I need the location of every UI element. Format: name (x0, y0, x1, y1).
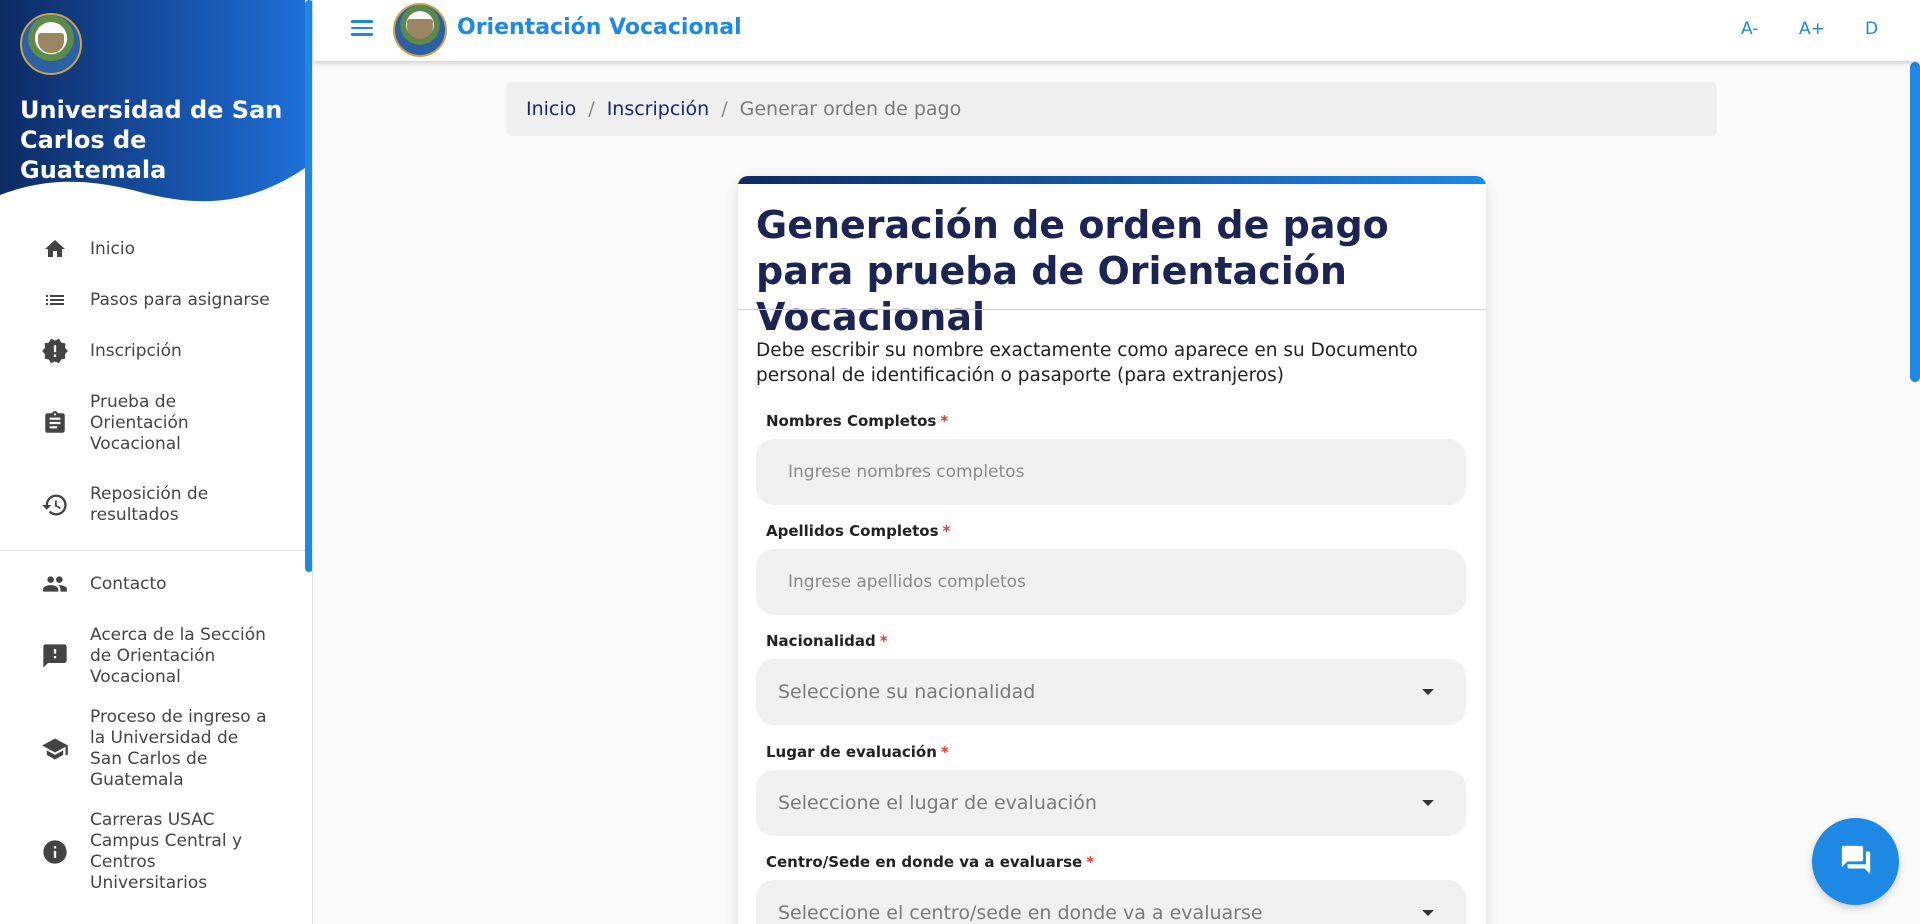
sidebar-header: Universidad de San Carlos de Guatemala (0, 0, 305, 215)
menu-icon-line (351, 20, 373, 23)
chat-button[interactable] (1812, 818, 1899, 905)
sidebar-item-label: Proceso de ingreso a la Universidad de S… (90, 707, 267, 790)
font-increase-button[interactable]: A+ (1799, 19, 1825, 39)
sidebar-item-acerca[interactable]: Acerca de la Sección de Orientación Voca… (0, 625, 305, 687)
sidebar-item-pasos[interactable]: Pasos para asignarse (0, 283, 305, 317)
form-instructions: Debe escribir su nombre exactamente como… (756, 340, 1418, 386)
sidebar-item-label: Inicio (90, 238, 135, 259)
evaluation-center-select[interactable]: Seleccione el centro/sede en donde va a … (756, 880, 1466, 924)
font-decrease-button[interactable]: A- (1741, 19, 1758, 39)
app-title[interactable]: Orientación Vocacional (457, 15, 742, 40)
required-mark: * (879, 632, 888, 650)
required-mark: * (1086, 853, 1095, 871)
names-label: Nombres Completos * (766, 412, 948, 430)
form-title: Generación de orden de pago para prueba … (756, 203, 1389, 339)
history-icon (40, 490, 70, 520)
sidebar-item-reposicion[interactable]: Reposición de resultados (0, 483, 305, 527)
sidebar-item-label: Acerca de la Sección de Orientación Voca… (90, 624, 266, 687)
sidebar-item-label: Inscripción (90, 340, 182, 361)
evaluation-place-select-value: Seleccione el lugar de evaluación (778, 792, 1097, 814)
sidebar: Universidad de San Carlos de Guatemala I… (0, 0, 313, 924)
sidebar-item-label: Pasos para asignarse (90, 289, 270, 310)
card-accent-bar (738, 176, 1486, 184)
menu-icon-line (351, 33, 373, 36)
sidebar-item-inscripcion[interactable]: Inscripción (0, 334, 305, 368)
required-mark: * (940, 412, 949, 430)
menu-icon-line (351, 26, 373, 29)
payment-order-form-card: Generación de orden de pago para prueba … (738, 176, 1486, 924)
nationality-label: Nacionalidad * (766, 632, 888, 650)
page-scrollbar[interactable] (1910, 62, 1920, 382)
feedback-icon (40, 641, 70, 671)
names-label-text: Nombres Completos (766, 412, 937, 430)
university-name: Universidad de San Carlos de Guatemala (20, 96, 283, 184)
university-crest-logo (20, 13, 82, 75)
surnames-label: Apellidos Completos * (766, 522, 950, 540)
nationality-label-text: Nacionalidad (766, 632, 876, 650)
chevron-down-icon (1422, 910, 1434, 916)
center-label: Centro/Sede en donde va a evaluarse * (766, 853, 1094, 871)
sidebar-item-label: Contacto (90, 573, 167, 594)
sidebar-scrollbar[interactable] (305, 0, 312, 572)
breadcrumb-home-link[interactable]: Inicio (526, 98, 576, 120)
required-mark: * (940, 743, 949, 761)
top-bar: Orientación Vocacional A- A+ D (313, 0, 1920, 61)
breadcrumb: Inicio / Inscripción / Generar orden de … (506, 82, 1717, 136)
sidebar-item-prueba[interactable]: Prueba de Orientación Vocacional (0, 392, 305, 454)
home-icon (40, 234, 70, 264)
evaluation-place-select[interactable]: Seleccione el lugar de evaluación (756, 770, 1466, 836)
required-mark: * (942, 522, 951, 540)
sidebar-item-inicio[interactable]: Inicio (0, 232, 305, 266)
sidebar-item-label: Prueba de Orientación Vocacional (90, 391, 189, 454)
alert-badge-icon (40, 336, 70, 366)
theme-toggle-button[interactable]: D (1865, 19, 1878, 39)
nationality-select[interactable]: Seleccione su nacionalidad (756, 659, 1466, 725)
chevron-down-icon (1422, 689, 1434, 695)
list-icon (40, 285, 70, 315)
sidebar-item-contacto[interactable]: Contacto (0, 567, 305, 601)
chat-icon (1839, 843, 1873, 881)
people-icon (40, 569, 70, 599)
nationality-select-value: Seleccione su nacionalidad (778, 681, 1036, 703)
school-icon (40, 734, 70, 764)
names-input[interactable] (756, 439, 1466, 505)
sidebar-item-label: Reposición de resultados (90, 484, 209, 525)
sidebar-divider (0, 550, 305, 551)
place-label: Lugar de evaluación * (766, 743, 949, 761)
sidebar-item-proceso-ingreso[interactable]: Proceso de ingreso a la Universidad de S… (0, 707, 305, 790)
title-divider (738, 309, 1486, 310)
evaluation-center-select-value: Seleccione el centro/sede en donde va a … (778, 902, 1263, 924)
sidebar-item-carreras[interactable]: Carreras USAC Campus Central y Centros U… (0, 810, 305, 894)
surnames-input[interactable] (756, 549, 1466, 615)
info-icon (40, 837, 70, 867)
surnames-label-text: Apellidos Completos (766, 522, 939, 540)
sidebar-item-label: Carreras USAC Campus Central y Centros U… (90, 810, 243, 893)
chevron-down-icon (1422, 800, 1434, 806)
clipboard-icon (40, 408, 70, 438)
place-label-text: Lugar de evaluación (766, 743, 937, 761)
menu-toggle-button[interactable] (349, 16, 375, 40)
breadcrumb-separator: / (588, 98, 595, 120)
header-crest-logo (393, 3, 447, 57)
breadcrumb-current: Generar orden de pago (739, 98, 962, 120)
breadcrumb-registration-link[interactable]: Inscripción (607, 98, 710, 120)
breadcrumb-separator: / (721, 98, 728, 120)
center-label-text: Centro/Sede en donde va a evaluarse (766, 853, 1083, 871)
